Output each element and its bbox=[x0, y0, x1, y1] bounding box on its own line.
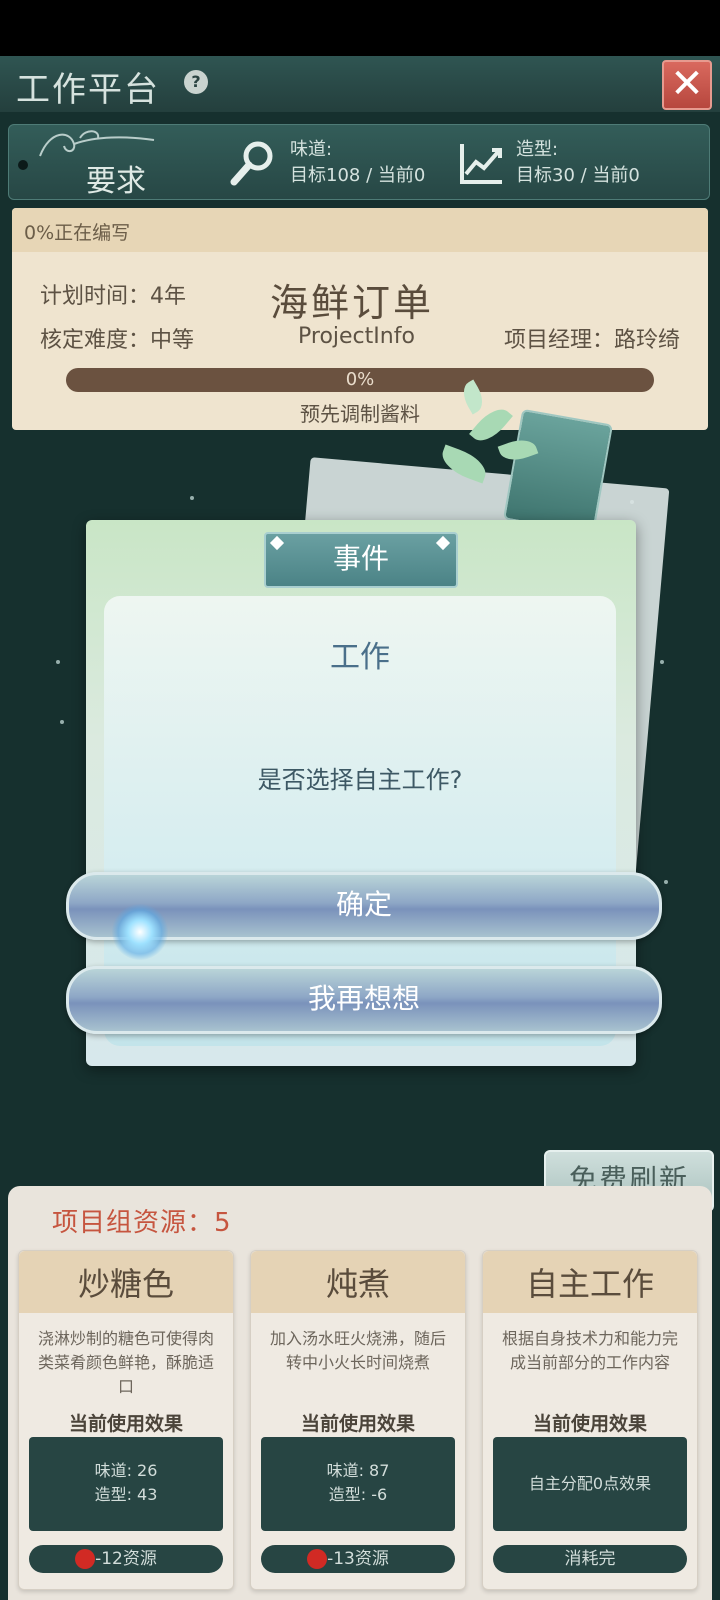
cost-pill: -13资源 bbox=[261, 1545, 455, 1573]
effect-box: 味道: 26 造型: 43 bbox=[29, 1437, 223, 1531]
project-progress-bar: 0% bbox=[66, 368, 654, 392]
skill-card-self-work[interactable]: 自主工作 根据自身技术力和能力完成当前部分的工作内容 当前使用效果 自主分配0点… bbox=[482, 1250, 698, 1590]
effect-box: 自主分配0点效果 bbox=[493, 1437, 687, 1531]
sparkle bbox=[664, 880, 668, 884]
dialog-heading: 工作 bbox=[330, 640, 390, 675]
requirements-label: 要求 bbox=[86, 164, 146, 199]
trend-chart-icon bbox=[460, 144, 502, 184]
effect-title: 当前使用效果 bbox=[532, 1413, 647, 1435]
taste-value: 目标108 / 当前0 bbox=[290, 165, 426, 186]
project-subtitle: ProjectInfo bbox=[298, 324, 415, 349]
card-description: 根据自身技术力和能力完成当前部分的工作内容 bbox=[501, 1329, 678, 1372]
cost-label: -13资源 bbox=[327, 1549, 389, 1569]
effect-taste: 味道: 26 bbox=[94, 1461, 158, 1480]
project-status-bar: 0%正在编写 bbox=[12, 208, 708, 252]
project-status: 0%正在编写 bbox=[24, 222, 131, 244]
project-title: 海鲜订单 bbox=[270, 281, 435, 325]
current-step: 预先调制酱料 bbox=[300, 402, 420, 426]
effect-box: 味道: 87 造型: -6 bbox=[261, 1437, 455, 1531]
difficulty: 核定难度：中等 bbox=[40, 328, 195, 353]
project-manager: 项目经理：路玲绮 bbox=[504, 328, 681, 353]
card-description: 加入汤水旺火烧沸，随后转中小火长时间烧煮 bbox=[269, 1329, 446, 1372]
shape-value: 目标30 / 当前0 bbox=[516, 165, 640, 186]
resource-dot-icon bbox=[75, 1549, 95, 1569]
skill-card-caramel[interactable]: 炒糖色 浇淋炒制的糖色可使得肉类菜肴颜色鲜艳，酥脆适口 当前使用效果 味道: 2… bbox=[18, 1250, 234, 1590]
effect-auto-allocate: 自主分配0点效果 bbox=[528, 1474, 652, 1493]
touch-glow bbox=[112, 904, 168, 960]
card-decoration bbox=[502, 408, 614, 536]
cost-pill: -12资源 bbox=[29, 1545, 223, 1573]
cost-label: -12资源 bbox=[95, 1549, 157, 1569]
resource-dot-icon bbox=[307, 1549, 327, 1569]
page-title: 工作平台 bbox=[16, 70, 160, 110]
magnifier-icon bbox=[230, 141, 273, 186]
cancel-button[interactable]: 我再想想 bbox=[66, 966, 662, 1034]
effect-shape: 造型: -6 bbox=[328, 1485, 388, 1504]
bullet-dot bbox=[18, 160, 28, 170]
help-icon[interactable]: ? bbox=[184, 70, 208, 94]
top-bar: 工作平台 ? ✕ bbox=[0, 56, 720, 112]
taste-label: 味道: bbox=[290, 139, 333, 160]
card-description: 浇淋炒制的糖色可使得肉类菜肴颜色鲜艳，酥脆适口 bbox=[37, 1329, 214, 1396]
cost-pill: 消耗完 bbox=[493, 1545, 687, 1573]
effect-taste: 味道: 87 bbox=[326, 1461, 390, 1480]
effect-title: 当前使用效果 bbox=[300, 1413, 415, 1435]
effect-shape: 造型: 43 bbox=[94, 1485, 158, 1504]
dialog-question: 是否选择自主工作? bbox=[257, 766, 463, 794]
shape-label: 造型: bbox=[516, 139, 559, 160]
status-bar bbox=[0, 0, 720, 56]
effect-title: 当前使用效果 bbox=[68, 1413, 183, 1435]
card-title: 炒糖色 bbox=[77, 1265, 174, 1303]
skill-card-stew[interactable]: 炖煮 加入汤水旺火烧沸，随后转中小火长时间烧煮 当前使用效果 味道: 87 造型… bbox=[250, 1250, 466, 1590]
sparkle bbox=[60, 720, 64, 724]
close-icon: ✕ bbox=[670, 61, 704, 107]
sparkle bbox=[190, 496, 194, 500]
card-title: 自主工作 bbox=[525, 1265, 654, 1303]
cost-label: 消耗完 bbox=[564, 1549, 616, 1569]
resource-count: 项目组资源：5 bbox=[52, 1208, 232, 1238]
progress-label: 0% bbox=[345, 369, 375, 390]
plan-time: 计划时间：4年 bbox=[40, 284, 186, 309]
dialog-tab: 事件 bbox=[264, 532, 458, 588]
card-title: 炖煮 bbox=[325, 1265, 390, 1303]
close-button[interactable]: ✕ bbox=[662, 60, 712, 110]
